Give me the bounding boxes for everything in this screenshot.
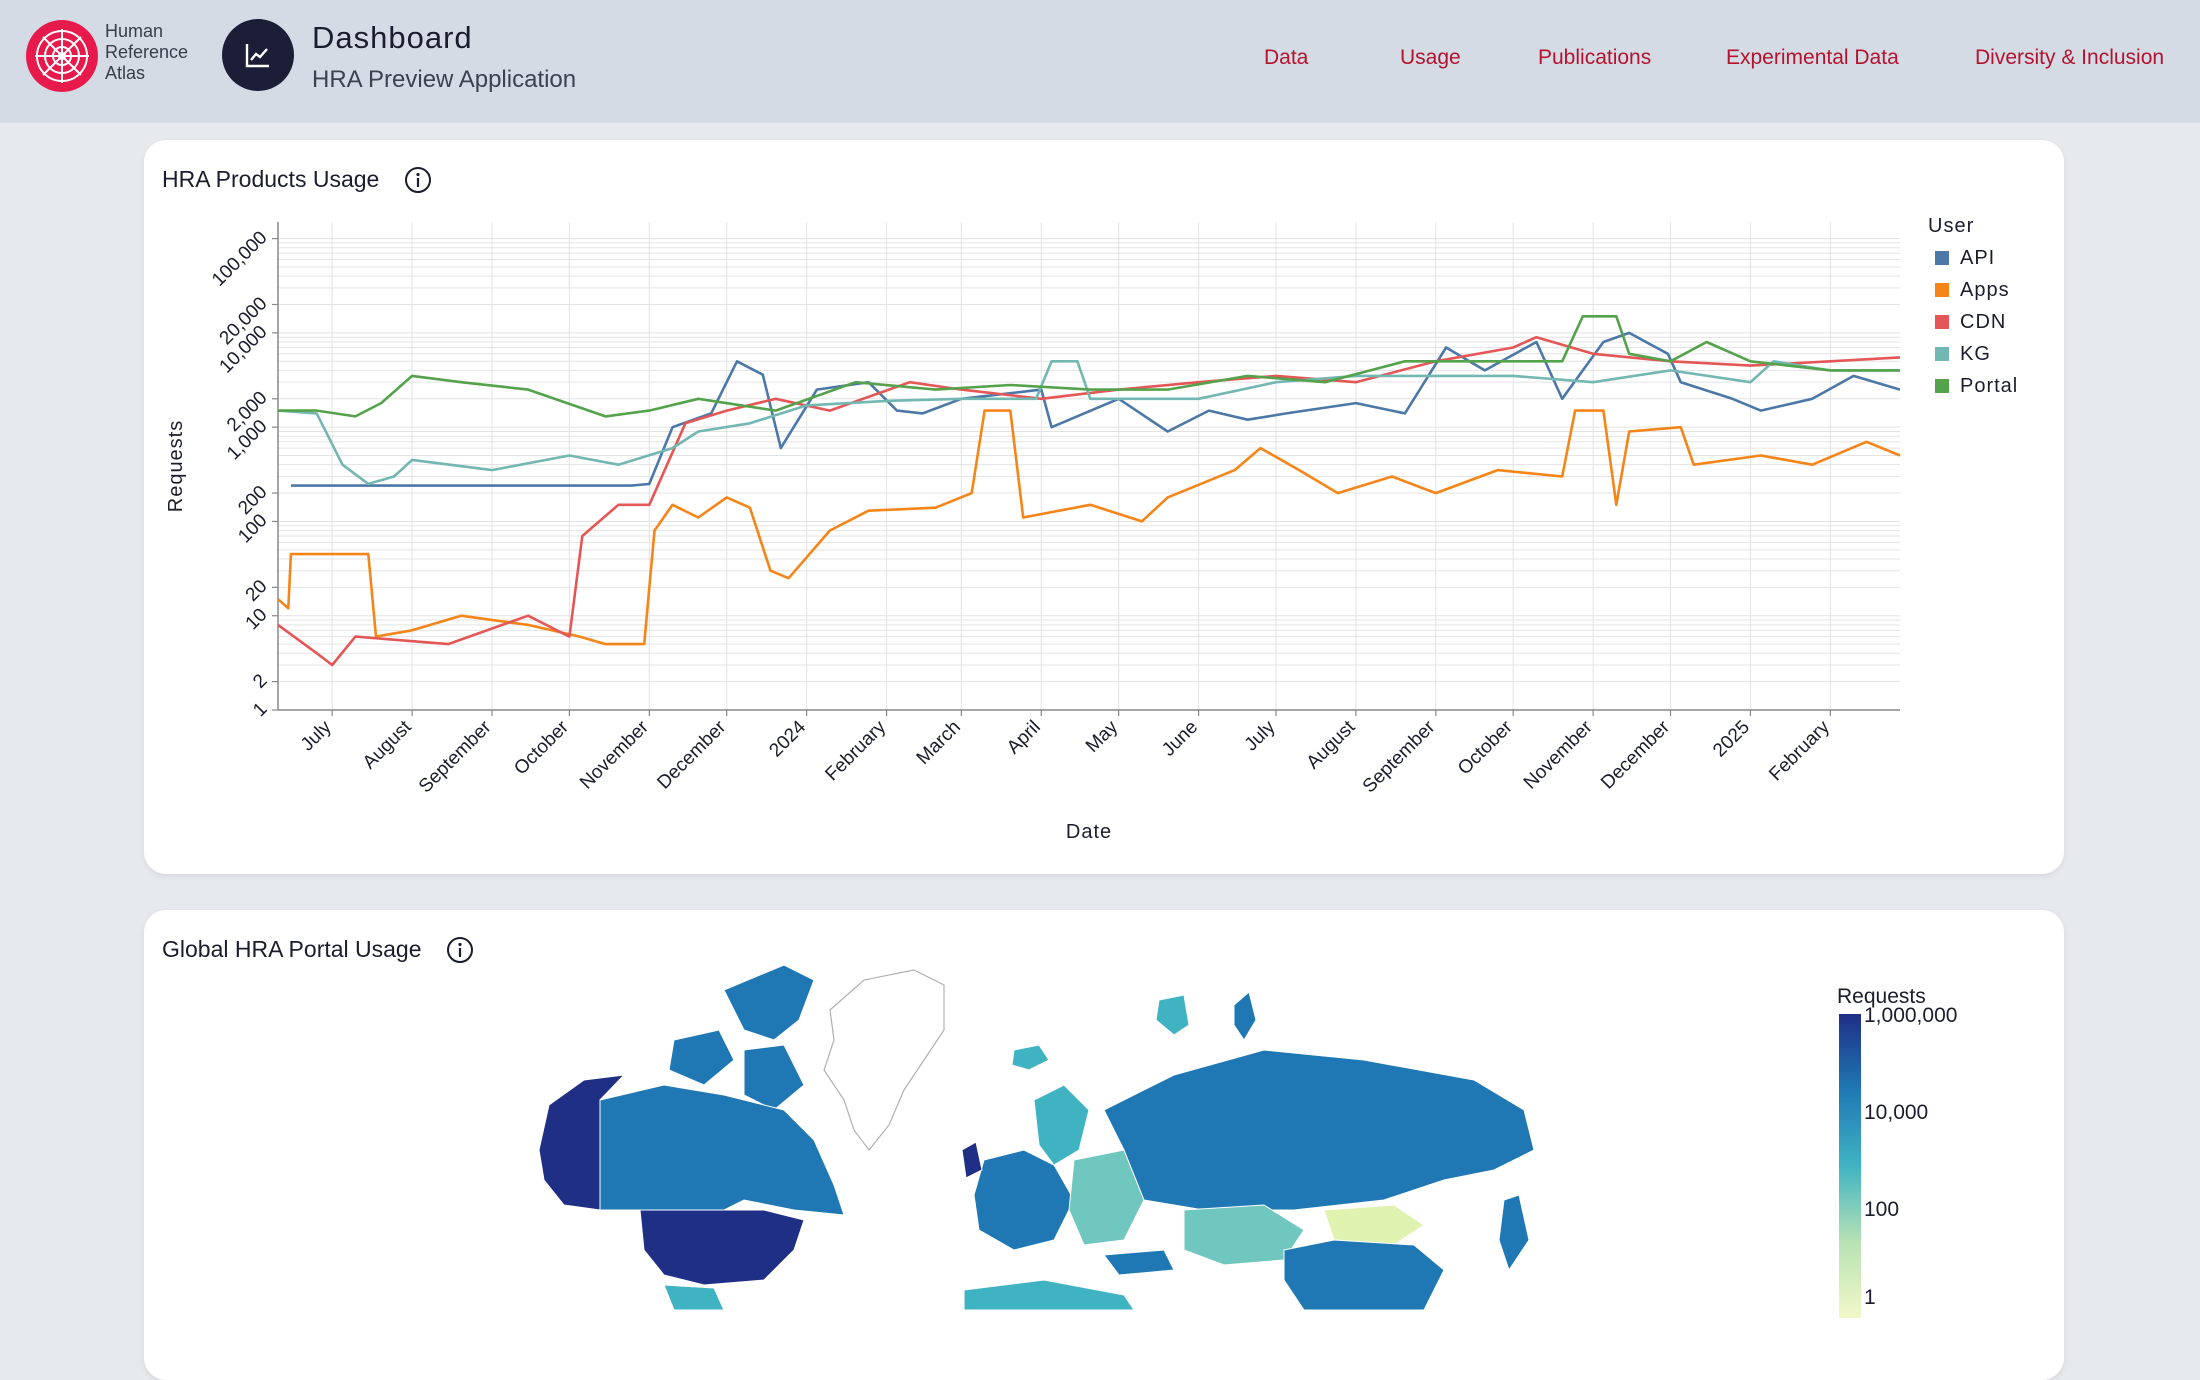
x-tick-label: September [1359,716,1440,797]
page-title: Dashboard [312,20,473,55]
x-tick-label: 2025 [1709,717,1754,762]
y-axis-title: Requests [165,420,187,513]
x-tick-label: August [359,716,416,773]
x-tick-label: November [576,716,653,793]
x-tick-label: December [653,716,730,793]
chart-line-icon [222,19,294,91]
map-legend-label: 10,000 [1864,1101,1928,1124]
region-africa-north[interactable] [963,1279,1135,1311]
logo-text: Human Reference Atlas [105,21,188,84]
nav-usage[interactable]: Usage [1400,46,1461,70]
nav-experimental-data[interactable]: Experimental Data [1726,46,1899,70]
region-novaya-zemlya[interactable] [1233,991,1257,1041]
logo-line: Human [105,21,164,41]
legend-title: User [1928,215,1974,237]
x-tick-label: November [1520,716,1597,793]
region-japan[interactable] [1498,1194,1530,1272]
region-arctic-islands[interactable] [743,1044,805,1111]
x-tick-label: April [1003,717,1045,759]
usage-line-chart: 1210201002001,0002,00010,00020,000100,00… [165,215,2018,843]
y-tick-label: 100 [234,510,271,547]
x-tick-label: May [1082,716,1123,757]
region-greenland[interactable] [823,969,945,1151]
x-tick-label: December [1597,716,1674,793]
x-tick-label: October [1454,716,1517,779]
x-tick-label: March [913,717,965,769]
legend-swatch [1935,379,1949,393]
region-usa[interactable] [639,1209,805,1286]
region-russia[interactable] [1103,1049,1535,1211]
world-choropleth-map: Requests 1,000,000 10,000 100 1 [538,964,1957,1318]
hra-logo-icon[interactable] [25,19,99,93]
x-axis-title: Date [1066,821,1112,843]
region-iceland[interactable] [1011,1044,1050,1071]
legend-label[interactable]: CDN [1960,311,2006,333]
legend-swatch [1935,347,1949,361]
x-tick-label: July [1241,716,1280,755]
region-uk[interactable] [961,1141,983,1179]
legend-label[interactable]: Apps [1960,279,2010,301]
page-subtitle: HRA Preview Application [312,66,577,93]
logo-line: Atlas [105,63,146,83]
y-tick-label: 10 [242,604,272,634]
app-header: Human Reference Atlas Dashboard HRA Prev… [0,0,2200,123]
y-tick-label: 100,000 [208,227,271,290]
x-tick-label: 2024 [765,716,810,761]
map-legend-gradient [1839,1014,1861,1318]
y-tick-label: 1 [249,699,271,721]
legend-swatch [1935,251,1949,265]
region-arctic-islands[interactable] [668,1029,735,1086]
legend-label[interactable]: Portal [1960,375,2018,397]
nav-data[interactable]: Data [1264,46,1308,70]
map-legend-label: 1,000,000 [1864,1004,1957,1027]
usage-card: HRA Products Usage 1 2 10 20 100 200 1,000 2,00… [144,140,2064,874]
region-china[interactable] [1283,1239,1445,1311]
region-arctic-islands[interactable] [723,964,815,1041]
y-tick-label: 200 [234,482,271,519]
legend-label[interactable]: API [1960,247,1995,269]
legend-swatch [1935,283,1949,297]
region-mexico[interactable] [663,1284,725,1311]
y-tick-label: 20 [242,576,272,606]
legend-label[interactable]: KG [1960,343,1991,365]
x-tick-label: July [297,716,336,755]
series-line-portal[interactable] [278,315,1900,418]
map-legend-label: 100 [1864,1198,1899,1221]
map-card: Global HRA Portal Usage Requests 1,000,0… [144,910,2064,1380]
region-western-europe[interactable] [973,1149,1075,1251]
legend-swatch [1935,315,1949,329]
nav-diversity-inclusion[interactable]: Diversity & Inclusion [1975,46,2164,70]
region-mongolia[interactable] [1323,1204,1425,1246]
x-tick-label: October [510,716,573,779]
map-legend-label: 1 [1864,1286,1876,1309]
x-tick-label: February [1765,716,1834,785]
region-scandinavia[interactable] [1033,1084,1090,1166]
nav-publications[interactable]: Publications [1538,46,1651,70]
x-tick-label: February [821,716,890,785]
x-tick-label: August [1303,716,1360,773]
x-tick-label: June [1158,717,1202,761]
region-turkey[interactable] [1103,1249,1175,1276]
x-tick-label: September [415,716,496,797]
y-tick-label: 2 [249,670,271,692]
region-svalbard[interactable] [1155,994,1190,1036]
logo-line: Reference [105,42,189,62]
series-line-kg[interactable] [277,360,1900,486]
region-canada[interactable] [599,1084,845,1221]
series-line-apps[interactable] [277,409,1901,646]
